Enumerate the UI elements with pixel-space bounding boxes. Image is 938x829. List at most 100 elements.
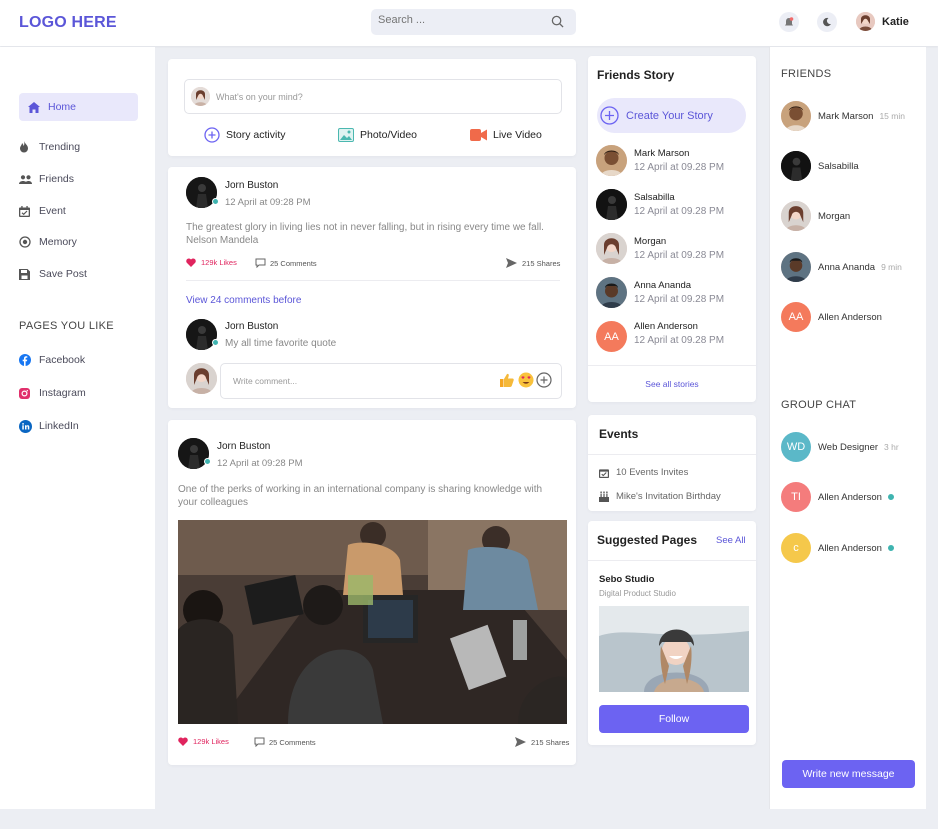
- plus-circle-icon: [204, 127, 220, 143]
- story-item[interactable]: Mark Marson 12 April at 09.28 PM: [596, 145, 724, 176]
- event-item[interactable]: 10 Events Invites: [599, 467, 688, 478]
- comment-author-avatar[interactable]: [186, 319, 217, 350]
- sidebar-item-event[interactable]: Event: [19, 197, 138, 225]
- share-button[interactable]: 215 Shares: [506, 258, 560, 268]
- photo-video-button[interactable]: Photo/Video: [338, 128, 417, 142]
- group-name: Web Designer: [818, 441, 879, 453]
- story-item[interactable]: Salsabilla 12 April at 09.28 PM: [596, 189, 724, 220]
- right-sidebar: FRIENDS Mark Marson 15 min Salsabilla Mo…: [769, 47, 926, 809]
- add-reaction-icon[interactable]: [536, 372, 552, 388]
- post-divider: [186, 280, 560, 281]
- pages-you-like-title: PAGES YOU LIKE: [19, 320, 114, 332]
- video-camera-icon: [470, 129, 487, 141]
- thumbs-up-icon[interactable]: [500, 373, 514, 387]
- sidebar-item-save-post[interactable]: Save Post: [19, 260, 138, 288]
- story-item[interactable]: Morgan 12 April at 09.28 PM: [596, 233, 724, 264]
- heart-icon: [178, 737, 188, 746]
- write-new-message-button[interactable]: Write new message: [782, 760, 915, 788]
- composer-avatar: [191, 87, 210, 106]
- sidebar-page-facebook[interactable]: Facebook: [19, 346, 138, 374]
- sidebar-item-label: Save Post: [39, 268, 87, 280]
- events-divider: [588, 454, 756, 455]
- search-bar[interactable]: [371, 9, 576, 35]
- calendar-icon: [19, 205, 39, 217]
- friend-item[interactable]: Salsabilla: [781, 151, 859, 181]
- view-comments-link[interactable]: View 24 comments before: [186, 295, 301, 306]
- heart-icon: [186, 258, 196, 267]
- friend-item[interactable]: Anna Ananda 9 min: [781, 252, 902, 282]
- sidebar-item-friends[interactable]: Friends: [19, 165, 138, 193]
- post-author-avatar[interactable]: [178, 438, 209, 469]
- user-avatar[interactable]: [856, 12, 875, 31]
- post-author-name[interactable]: Jorn Buston: [217, 441, 270, 452]
- sidebar-page-linkedin[interactable]: LinkedIn: [19, 412, 138, 440]
- comment-input[interactable]: Write comment...: [220, 363, 562, 399]
- post-time: 12 April at 09:28 PM: [217, 458, 303, 469]
- sidebar-item-home[interactable]: Home: [19, 93, 138, 121]
- see-all-stories-link[interactable]: See all stories: [588, 379, 756, 389]
- comment-button[interactable]: 25 Comments: [254, 737, 316, 747]
- create-story-button[interactable]: Create Your Story: [597, 98, 746, 133]
- sidebar-item-trending[interactable]: Trending: [19, 133, 138, 161]
- current-user-avatar: [186, 363, 217, 394]
- live-video-button[interactable]: Live Video: [470, 129, 542, 141]
- group-chat-item[interactable]: WD Web Designer 3 hr: [781, 432, 899, 462]
- follow-button[interactable]: Follow: [599, 705, 749, 733]
- like-button[interactable]: 129k Likes: [186, 258, 237, 267]
- like-button[interactable]: 129k Likes: [178, 737, 229, 746]
- page-subtitle: Digital Product Studio: [599, 589, 676, 598]
- home-icon: [28, 101, 48, 113]
- dark-mode-toggle[interactable]: [817, 12, 837, 32]
- friend-name: Morgan: [818, 210, 851, 222]
- facebook-icon: [19, 354, 39, 366]
- story-name: Mark Marson: [634, 148, 690, 159]
- comment-icon: [255, 258, 266, 268]
- friend-item[interactable]: Morgan: [781, 201, 850, 231]
- composer-input[interactable]: What's on your mind?: [184, 79, 562, 114]
- post-text: The greatest glory in living lies not in…: [186, 222, 544, 246]
- story-name: Allen Anderson: [634, 321, 698, 332]
- friend-status: 15 min: [879, 111, 905, 121]
- sidebar-item-memory[interactable]: Memory: [19, 228, 138, 256]
- group-name: Allen Anderson: [818, 491, 882, 503]
- friend-avatar: [781, 252, 811, 282]
- friend-item[interactable]: AA Allen Anderson: [781, 302, 882, 332]
- see-all-pages-link[interactable]: See All: [716, 535, 746, 546]
- story-time: 12 April at 09.28 PM: [634, 206, 725, 217]
- notification-button[interactable]: [779, 12, 799, 32]
- online-indicator: [887, 545, 894, 551]
- friend-avatar: [781, 201, 811, 231]
- comment-text: My all time favorite quote: [225, 338, 337, 349]
- page-name[interactable]: Sebo Studio: [599, 574, 654, 585]
- comment-button[interactable]: 25 Comments: [255, 258, 317, 268]
- event-item[interactable]: Mike's Invitation Birthday: [599, 491, 721, 502]
- story-activity-button[interactable]: Story activity: [204, 127, 286, 143]
- user-name[interactable]: Katie: [882, 16, 909, 28]
- story-name: Morgan: [634, 236, 667, 247]
- logo[interactable]: LOGO HERE: [19, 14, 117, 32]
- story-item[interactable]: AA Allen Anderson 12 April at 09.28 PM: [596, 321, 724, 352]
- event-label: 10 Events Invites: [616, 467, 689, 478]
- story-item[interactable]: Anna Ananda 12 April at 09.28 PM: [596, 277, 724, 308]
- group-avatar-initials: c: [781, 533, 811, 563]
- group-chat-item[interactable]: TI Allen Anderson: [781, 482, 894, 512]
- share-button[interactable]: 215 Shares: [515, 737, 569, 747]
- heart-eyes-emoji-icon[interactable]: [518, 372, 534, 388]
- sidebar-item-label: Facebook: [39, 354, 86, 366]
- linkedin-icon: [19, 419, 39, 433]
- online-indicator: [204, 458, 211, 465]
- group-chat-item[interactable]: c Allen Anderson: [781, 533, 894, 563]
- story-time: 12 April at 09.28 PM: [634, 335, 725, 346]
- sidebar-page-instagram[interactable]: Instagram: [19, 379, 138, 407]
- post-author-name[interactable]: Jorn Buston: [225, 180, 278, 191]
- search-icon[interactable]: [551, 15, 564, 28]
- comment-placeholder: Write comment...: [233, 376, 298, 386]
- online-indicator: [212, 339, 219, 346]
- page-cover-image[interactable]: [599, 606, 749, 692]
- comment-author-name[interactable]: Jorn Buston: [225, 321, 278, 332]
- post-image[interactable]: [178, 520, 567, 724]
- share-count: 215 Shares: [522, 258, 561, 268]
- search-input[interactable]: [378, 14, 538, 26]
- instagram-icon: [19, 387, 39, 399]
- friend-item[interactable]: Mark Marson 15 min: [781, 101, 905, 131]
